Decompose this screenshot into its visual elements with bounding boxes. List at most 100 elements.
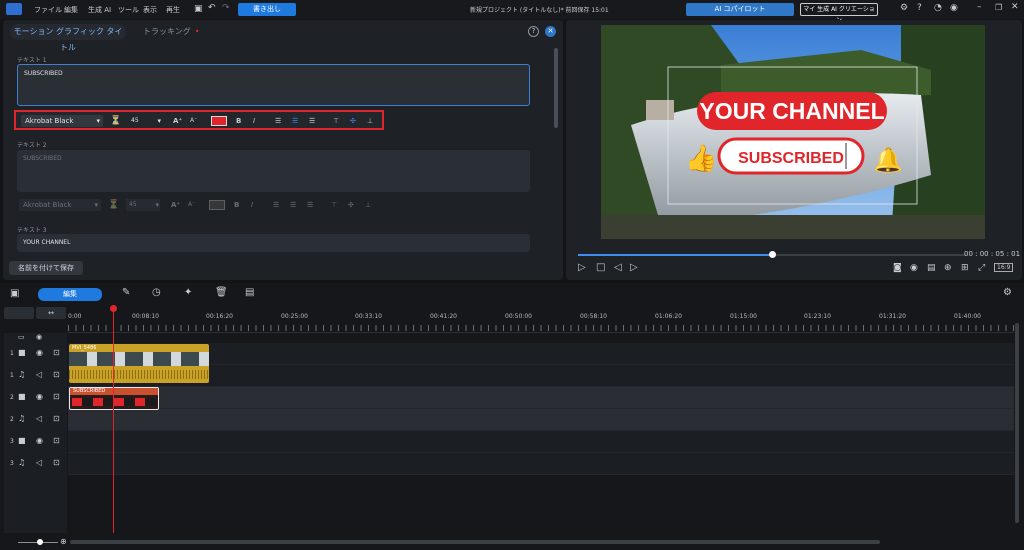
visibility-icon[interactable]: ◉ [36, 333, 42, 341]
track-manager-icon[interactable] [4, 307, 34, 319]
track-audio-3[interactable] [68, 453, 1014, 475]
redo-icon[interactable]: ↷ [222, 3, 230, 13]
align-right-icon[interactable]: ☰ [309, 115, 315, 127]
previous-frame-icon[interactable]: ◁ [614, 262, 622, 273]
text3-field[interactable]: YOUR CHANNEL [17, 234, 530, 252]
speaker-icon[interactable]: ◁ [36, 458, 42, 467]
lock-icon[interactable]: ⊡ [53, 348, 60, 357]
font-select[interactable]: Akrobat Black ▾ [19, 199, 101, 211]
stop-icon[interactable]: □ [596, 262, 605, 273]
zoom-in-icon[interactable]: ⊕ [60, 537, 67, 546]
tab-motion-graphics-title[interactable]: モーション グラフィック タイトル [10, 24, 126, 52]
my-ai-creation-button[interactable]: マイ 生成 AI クリエーション [800, 3, 878, 24]
speaker-icon[interactable]: ◁ [36, 370, 42, 379]
record-icon[interactable]: ◉ [910, 263, 918, 273]
settings-icon[interactable]: ⚙ [900, 3, 908, 13]
timeline-layout-icon[interactable]: ▣ [10, 288, 19, 299]
speaker-icon[interactable]: ◁ [36, 414, 42, 423]
subtitle-icon[interactable]: ▤ [927, 263, 936, 273]
font-filter-icon[interactable]: ⏳ [108, 199, 119, 211]
zoom-slider-handle[interactable] [37, 539, 43, 545]
fullscreen-icon[interactable]: ⤢ [978, 263, 985, 273]
ai-copilot-button[interactable]: AI コパイロット [686, 3, 794, 16]
align-right-icon[interactable]: ☰ [307, 199, 313, 211]
menu-tools[interactable]: ツール [118, 5, 139, 15]
track-video-1[interactable] [68, 343, 1014, 365]
align-center-icon[interactable]: ☰ [292, 115, 298, 127]
track-audio-2[interactable] [68, 409, 1014, 431]
align-top-icon[interactable]: ⊤ [333, 115, 339, 127]
eye-icon[interactable]: ◉ [36, 436, 43, 445]
tab-tracking[interactable]: トラッキング • [143, 24, 199, 40]
italic-icon[interactable]: I [253, 115, 255, 127]
app-logo-icon[interactable] [6, 3, 22, 15]
account-icon[interactable]: ◉ [950, 3, 958, 13]
menu-generative-ai[interactable]: 生成 AI [88, 5, 111, 15]
align-bottom-icon[interactable]: ⊥ [367, 115, 373, 127]
decrease-font-icon[interactable]: A⁻ [188, 199, 195, 211]
align-center-icon[interactable]: ☰ [290, 199, 296, 211]
snapshot-icon[interactable]: ◙ [893, 263, 902, 273]
save-as-button[interactable]: 名前を付けて保存 [9, 261, 83, 275]
align-bottom-icon[interactable]: ⊥ [365, 199, 371, 211]
bold-icon[interactable]: B [236, 115, 241, 127]
pen-icon[interactable]: ✎ [122, 287, 130, 298]
italic-icon[interactable]: I [251, 199, 253, 211]
preview-canvas[interactable]: YOUR CHANNEL 👍 SUBSCRIBED 🔔 [601, 25, 985, 239]
aspect-ratio-button[interactable]: 16:9 [994, 263, 1014, 272]
timeline-scrollbar[interactable] [70, 540, 880, 544]
lock-icon[interactable]: ⊡ [53, 458, 60, 467]
timeline-vertical-scrollbar[interactable] [1015, 323, 1019, 523]
increase-font-icon[interactable]: A⁺ [173, 115, 182, 127]
menu-playback[interactable]: 再生 [166, 5, 180, 15]
align-middle-icon[interactable]: ✣ [348, 199, 354, 211]
title-clip[interactable]: SUBSCRIBED [69, 387, 159, 410]
notification-icon[interactable]: ◔ [934, 3, 942, 13]
track-audio-1[interactable] [68, 365, 1014, 387]
track-header-icon[interactable]: ▭ [18, 333, 25, 341]
scrubber-handle[interactable] [769, 251, 776, 258]
text2-field[interactable]: SUBSCRIBED [17, 150, 530, 192]
restore-icon[interactable]: ❐ [995, 3, 1002, 12]
text-color-swatch[interactable] [209, 200, 225, 210]
clip-icon[interactable]: ▤ [245, 287, 254, 298]
zoom-icon[interactable]: ⊕ [944, 263, 952, 273]
effect-icon[interactable]: ✦ [184, 287, 192, 298]
playhead-handle[interactable] [110, 305, 117, 312]
speed-icon[interactable]: ◷ [152, 287, 161, 298]
track-video-2[interactable] [68, 387, 1014, 409]
lock-icon[interactable]: ⊡ [53, 392, 60, 401]
mixer-icon[interactable]: ⚙ [1003, 287, 1012, 298]
menu-file[interactable]: ファイル [34, 5, 62, 15]
close-window-icon[interactable]: ✕ [1011, 2, 1019, 12]
undo-icon[interactable]: ↶ [208, 3, 216, 13]
help-icon[interactable]: ? [917, 3, 922, 13]
eye-icon[interactable]: ◉ [36, 392, 43, 401]
font-size-select[interactable]: 45 ▾ [128, 115, 162, 127]
menu-view[interactable]: 表示 [143, 5, 157, 15]
decrease-font-icon[interactable]: A⁻ [190, 115, 197, 127]
align-top-icon[interactable]: ⊤ [331, 199, 337, 211]
font-size-select[interactable]: 45 ▾ [126, 199, 160, 211]
track-video-3[interactable] [68, 431, 1014, 453]
play-icon[interactable]: ▷ [578, 262, 586, 273]
align-left-icon[interactable]: ☰ [273, 199, 279, 211]
lock-icon[interactable]: ⊡ [53, 414, 60, 423]
menu-edit[interactable]: 編集 [64, 5, 78, 15]
edit-button[interactable]: 編集 [38, 288, 102, 301]
align-middle-icon[interactable]: ✣ [350, 115, 356, 127]
save-icon[interactable]: ▣ [194, 4, 203, 14]
delete-icon[interactable]: 🗑 [215, 287, 228, 298]
help-icon[interactable]: ? [528, 26, 539, 37]
eye-icon[interactable]: ◉ [36, 348, 43, 357]
video-clip[interactable]: MVI_5486 [69, 344, 209, 383]
minimize-icon[interactable]: – [977, 2, 982, 12]
text-color-swatch[interactable] [211, 116, 227, 126]
editor-scrollbar[interactable] [554, 48, 558, 128]
align-left-icon[interactable]: ☰ [275, 115, 281, 127]
close-panel-icon[interactable]: ✕ [545, 26, 556, 37]
monitor-icon[interactable]: ⊞ [961, 263, 969, 273]
text1-field[interactable]: SUBSCRIBED [17, 64, 530, 106]
fit-icon[interactable]: ↔ [36, 307, 66, 319]
export-button[interactable]: 書き出し [238, 3, 296, 16]
